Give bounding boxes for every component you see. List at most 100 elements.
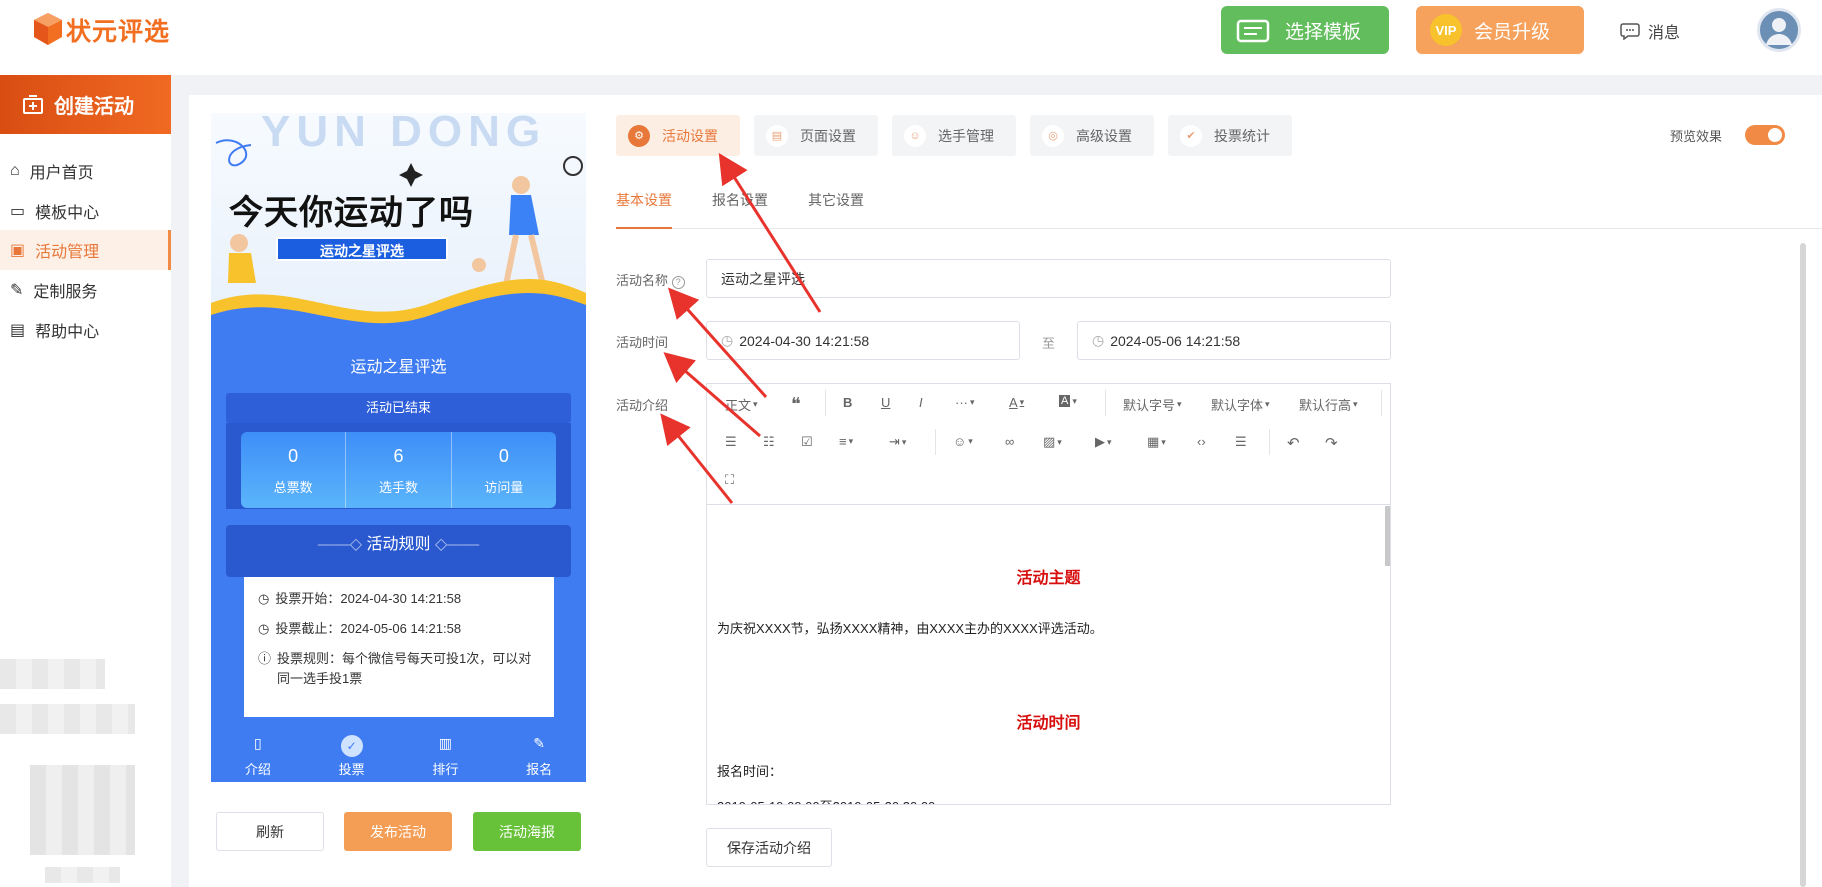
italic-button[interactable]: I: [919, 395, 923, 410]
undo-icon[interactable]: ↶: [1287, 434, 1300, 452]
subtab-other[interactable]: 其它设置: [808, 190, 864, 210]
phone-tab-intro[interactable]: ▯ 介绍: [211, 725, 305, 782]
stat-visits: 0 访问量: [450, 432, 556, 508]
caret-down-icon: ▾: [1072, 395, 1077, 406]
tab-activity-settings[interactable]: ⚙ 活动设置: [616, 115, 740, 156]
emoji-icon[interactable]: ☺ ▾: [953, 434, 973, 449]
preview-toggle[interactable]: [1745, 125, 1785, 145]
numbered-list-icon[interactable]: ☷: [763, 434, 775, 450]
stat-total-votes: 0 总票数: [241, 432, 345, 508]
rule-value: 2024-04-30 14:21:58: [340, 591, 462, 606]
fullscreen-icon[interactable]: ⛶: [725, 472, 734, 488]
rule-policy: ⓘ 投票规则：每个微信号每天可投1次，可以对同一选手投1票: [258, 649, 540, 689]
caret-down-icon: ▾: [1353, 399, 1358, 409]
editor-scrollbar[interactable]: [1385, 506, 1390, 566]
banner-wave: [211, 279, 586, 343]
end-time-value: 2024-05-06 14:21:58: [1110, 332, 1241, 349]
rich-text-editor[interactable]: 正文 ▾ ❝ B U I ··· ▾ A ▾ A ▾ 默认字号 ▾ 默认字体 ▾ 默认行高 ▾…: [706, 383, 1391, 805]
page-scrollbar[interactable]: [1800, 243, 1806, 887]
tab-advanced-settings[interactable]: ◎ 高级设置: [1030, 115, 1154, 156]
document-icon: ▯: [254, 735, 262, 751]
redo-icon[interactable]: ↷: [1325, 434, 1338, 452]
start-time-input[interactable]: ◷ 2024-04-30 14:21:58: [706, 321, 1020, 360]
table-icon[interactable]: ▦ ▾: [1147, 434, 1166, 450]
rule-label: 投票规则：: [277, 651, 343, 666]
bg-color-button[interactable]: A ▾: [1059, 395, 1077, 407]
refresh-button[interactable]: 刷新: [216, 812, 324, 851]
toolbar-separator: [935, 429, 936, 455]
help-icon: ▤: [10, 322, 26, 339]
tab-label: 页面设置: [800, 127, 856, 144]
sidebar-item-label: 用户首页: [29, 165, 94, 182]
content-heading-theme: 活动主题: [1016, 570, 1081, 587]
phone-preview: YUN DONG 今天你运动了吗 运动之星评选 运动之星评选 活动已结束 0 总票…: [211, 113, 586, 782]
palette-icon: ⚙: [628, 124, 650, 147]
text-color-button[interactable]: A ▾: [1009, 395, 1024, 410]
sidebar-item-activity-management[interactable]: ▣ 活动管理: [0, 230, 171, 270]
rule-label: 投票开始：: [275, 591, 341, 606]
phone-tab-signup[interactable]: ✎ 报名: [492, 725, 586, 782]
image-icon[interactable]: ▨ ▾: [1043, 434, 1062, 450]
video-icon[interactable]: ▶ ▾: [1095, 434, 1112, 450]
phone-tab-label: 投票: [338, 762, 365, 777]
chat-bubble-icon: [1620, 23, 1640, 40]
messages-label: 消息: [1648, 25, 1681, 42]
bar-chart-icon: ▥: [438, 735, 452, 751]
messages-link[interactable]: 消息: [1620, 19, 1680, 43]
underline-button[interactable]: U: [881, 395, 890, 410]
paragraph-value: 正文: [725, 398, 752, 413]
bg-color-glyph: A: [1059, 395, 1071, 407]
users-icon: ☺: [904, 124, 926, 147]
vip-upgrade-button[interactable]: VIP 会员升级: [1416, 6, 1584, 54]
divider-icon[interactable]: ☰: [1235, 434, 1247, 450]
top-header: 状元评选 选择模板 VIP 会员升级 消息: [0, 0, 1822, 75]
bullet-list-icon[interactable]: ☰: [725, 434, 737, 450]
sidebar-item-label: 模板中心: [35, 205, 100, 222]
sidebar-item-templates[interactable]: ▭ 模板中心: [0, 191, 171, 231]
phone-tab-vote[interactable]: ✓ 投票: [305, 725, 399, 782]
subtab-signup[interactable]: 报名设置: [712, 190, 768, 210]
activity-poster-button[interactable]: 活动海报: [473, 812, 581, 851]
create-activity-button[interactable]: 创建活动: [0, 75, 171, 134]
activity-name: 运动之星评选: [350, 359, 447, 376]
phone-tab-ranking[interactable]: ▥ 排行: [399, 725, 493, 782]
help-circle-icon[interactable]: ?: [671, 276, 685, 289]
font-size-select[interactable]: 默认字号 ▾: [1123, 395, 1182, 414]
indent-icon[interactable]: ⇥ ▾: [889, 434, 906, 450]
save-intro-button[interactable]: 保存活动介绍: [706, 828, 832, 867]
code-icon[interactable]: ‹›: [1197, 434, 1206, 449]
quote-icon[interactable]: ❝: [791, 394, 801, 415]
align-icon[interactable]: ≡ ▾: [839, 434, 853, 449]
toolbar-separator: [1381, 390, 1382, 416]
link-icon[interactable]: ∞: [1005, 434, 1014, 449]
sidebar-item-help[interactable]: ▤ 帮助中心: [0, 310, 171, 350]
vote-icon: ✓: [305, 735, 399, 757]
tab-page-settings[interactable]: ▤ 页面设置: [754, 115, 878, 156]
choose-template-button[interactable]: 选择模板: [1221, 6, 1389, 54]
user-avatar[interactable]: [1757, 8, 1801, 52]
sidebar-item-custom-service[interactable]: ✎ 定制服务: [0, 270, 171, 310]
end-time-input[interactable]: ◷ 2024-05-06 14:21:58: [1077, 321, 1391, 360]
checklist-icon[interactable]: ☑: [801, 434, 813, 450]
subtab-basic[interactable]: 基本设置: [616, 190, 672, 210]
blurred-region: [0, 704, 135, 734]
paragraph-select[interactable]: 正文 ▾: [725, 395, 758, 414]
publish-activity-button[interactable]: 发布活动: [344, 812, 452, 851]
line-height-value: 默认行高: [1299, 398, 1352, 413]
stat-value: 0: [498, 446, 509, 466]
vip-badge-icon: VIP: [1430, 14, 1462, 46]
phone-tab-label: 报名: [526, 762, 553, 777]
more-styles-button[interactable]: ··· ▾: [955, 395, 975, 410]
line-height-select[interactable]: 默认行高 ▾: [1299, 395, 1358, 414]
font-family-select[interactable]: 默认字体 ▾: [1211, 395, 1270, 414]
rule-start: ◷ 投票开始：2024-04-30 14:21:58: [258, 589, 540, 609]
bold-button[interactable]: B: [843, 395, 852, 410]
activity-name-input[interactable]: 运动之星评选: [706, 259, 1391, 298]
caret-down-icon: ▾: [1177, 399, 1182, 409]
tab-vote-statistics[interactable]: ✔ 投票统计: [1168, 115, 1292, 156]
tab-contestant-management[interactable]: ☺ 选手管理: [892, 115, 1016, 156]
editor-content[interactable]: 活动主题 为庆祝XXXX节，弘扬XXXX精神，由XXXX主办的XXXX评选活动。…: [707, 506, 1390, 804]
sidebar-item-home[interactable]: ⌂ 用户首页: [0, 151, 171, 191]
text-color-glyph: A: [1009, 395, 1018, 410]
rules-title: 活动规则: [366, 536, 431, 553]
